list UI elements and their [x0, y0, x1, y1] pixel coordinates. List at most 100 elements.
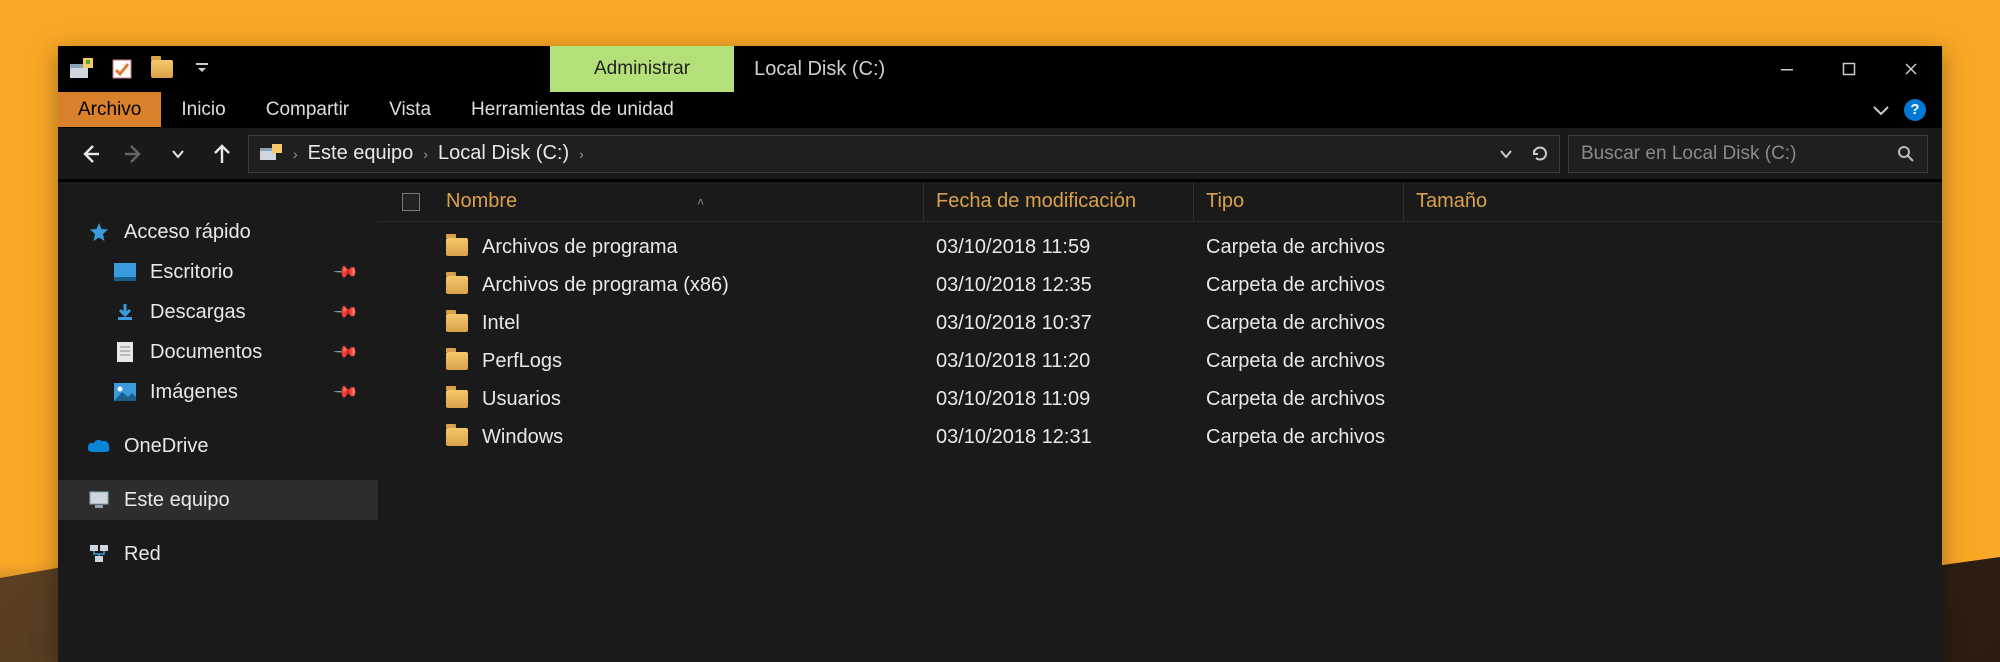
column-label: Tipo: [1206, 190, 1244, 213]
file-row[interactable]: Archivos de programa (x86) 03/10/2018 12:…: [378, 266, 1942, 304]
pin-icon: 📌: [332, 298, 360, 326]
nav-back-button[interactable]: [72, 136, 108, 172]
network-icon: [86, 544, 112, 564]
breadcrumb-sep-icon: ›: [579, 146, 584, 162]
sidebar-item-label: Red: [124, 543, 161, 566]
sidebar-item-label: Documentos: [150, 341, 262, 364]
ribbon-tab-label: Inicio: [181, 99, 225, 121]
folder-icon: [446, 276, 468, 294]
context-tab-label: Administrar: [594, 58, 690, 80]
ribbon-collapse-icon[interactable]: [1872, 104, 1890, 116]
sidebar-item-label: Este equipo: [124, 489, 230, 512]
sidebar-item-downloads[interactable]: Descargas 📌: [58, 292, 378, 332]
sidebar-item-label: Descargas: [150, 301, 246, 324]
file-type: Carpeta de archivos: [1194, 350, 1404, 373]
file-name: Windows: [482, 426, 563, 449]
file-name: Archivos de programa: [482, 236, 678, 259]
file-list-pane: Nombre ˄ Fecha de modificación Tipo Tama…: [378, 182, 1942, 662]
maximize-button[interactable]: [1818, 46, 1880, 92]
sidebar-item-pictures[interactable]: Imágenes 📌: [58, 372, 378, 412]
qat-dropdown-icon[interactable]: [188, 57, 216, 81]
column-headers: Nombre ˄ Fecha de modificación Tipo Tama…: [378, 182, 1942, 222]
file-row[interactable]: Intel 03/10/2018 10:37Carpeta de archivos: [378, 304, 1942, 342]
folder-icon: [446, 238, 468, 256]
file-row[interactable]: Usuarios03/10/2018 11:09Carpeta de archi…: [378, 380, 1942, 418]
nav-forward-button[interactable]: [116, 136, 152, 172]
sort-indicator-icon: ˄: [697, 195, 704, 209]
navigation-bar: › Este equipo › Local Disk (C:) › Buscar…: [58, 128, 1942, 182]
ribbon-tab-label: Compartir: [266, 99, 349, 121]
refresh-icon[interactable]: [1531, 145, 1549, 163]
sidebar-item-label: Escritorio: [150, 261, 233, 284]
nav-up-button[interactable]: [204, 136, 240, 172]
sidebar-item-desktop[interactable]: Escritorio 📌: [58, 252, 378, 292]
file-type: Carpeta de archivos: [1194, 312, 1404, 335]
properties-icon[interactable]: [108, 57, 136, 81]
column-label: Nombre: [446, 190, 517, 213]
file-rows: Archivos de programa03/10/2018 11:59Carp…: [378, 222, 1942, 456]
ribbon-context-tab-manage[interactable]: Administrar: [550, 46, 734, 92]
file-type: Carpeta de archivos: [1194, 274, 1404, 297]
pin-icon: 📌: [332, 338, 360, 366]
sidebar-quick-access[interactable]: Acceso rápido: [58, 212, 378, 252]
file-type: Carpeta de archivos: [1194, 236, 1404, 259]
sidebar-this-pc[interactable]: Este equipo: [58, 480, 378, 520]
column-header-name[interactable]: Nombre ˄: [434, 182, 924, 221]
pin-icon: 📌: [332, 258, 360, 286]
file-date: 03/10/2018 12:35: [924, 274, 1194, 297]
file-name: Archivos de programa (x86): [482, 274, 729, 297]
document-icon: [112, 341, 138, 363]
file-date: 03/10/2018 10:37: [924, 312, 1194, 335]
download-icon: [112, 302, 138, 322]
sidebar-item-label: Imágenes: [150, 381, 238, 404]
breadcrumb-local-disk[interactable]: Local Disk (C:): [438, 142, 569, 165]
help-icon[interactable]: ?: [1904, 99, 1926, 121]
column-header-date[interactable]: Fecha de modificación: [924, 182, 1194, 221]
file-name: Usuarios: [482, 388, 561, 411]
address-bar[interactable]: › Este equipo › Local Disk (C:) ›: [248, 135, 1560, 173]
checkbox-icon: [402, 193, 420, 211]
sidebar-item-documents[interactable]: Documentos 📌: [58, 332, 378, 372]
file-row[interactable]: PerfLogs03/10/2018 11:20Carpeta de archi…: [378, 342, 1942, 380]
nav-history-dropdown[interactable]: [160, 136, 196, 172]
file-row[interactable]: Windows 03/10/2018 12:31Carpeta de archiv…: [378, 418, 1942, 456]
ribbon-tab-file[interactable]: Archivo: [58, 92, 161, 127]
column-header-size[interactable]: Tamaño: [1404, 182, 1584, 221]
folder-icon: [446, 390, 468, 408]
new-folder-icon[interactable]: [148, 57, 176, 81]
ribbon-tab-file-label: Archivo: [78, 99, 141, 121]
pictures-icon: [112, 383, 138, 401]
ribbon-tab-home[interactable]: Inicio: [161, 92, 245, 127]
column-header-type[interactable]: Tipo: [1194, 182, 1404, 221]
breadcrumb-this-pc[interactable]: Este equipo: [308, 142, 414, 165]
system-icon[interactable]: [68, 57, 96, 81]
minimize-button[interactable]: [1756, 46, 1818, 92]
file-type: Carpeta de archivos: [1194, 388, 1404, 411]
folder-icon: [446, 352, 468, 370]
ribbon-tab-drive-tools[interactable]: Herramientas de unidad: [451, 92, 694, 127]
file-type: Carpeta de archivos: [1194, 426, 1404, 449]
address-dropdown-icon[interactable]: [1499, 147, 1513, 161]
pc-icon: [86, 491, 112, 509]
file-date: 03/10/2018 12:31: [924, 426, 1194, 449]
breadcrumb-sep-icon: ›: [423, 146, 428, 162]
sidebar-network[interactable]: Red: [58, 534, 378, 574]
ribbon-tab-share[interactable]: Compartir: [246, 92, 369, 127]
explorer-body: Acceso rápido Escritorio 📌 Descargas 📌: [58, 182, 1942, 662]
folder-icon: [446, 428, 468, 446]
pin-icon: 📌: [332, 378, 360, 406]
desktop-icon: [112, 263, 138, 281]
search-box[interactable]: Buscar en Local Disk (C:): [1568, 135, 1928, 173]
file-date: 03/10/2018 11:20: [924, 350, 1194, 373]
ribbon-tab-view[interactable]: Vista: [369, 92, 451, 127]
search-icon: [1897, 145, 1915, 163]
file-name: Intel: [482, 312, 520, 335]
navigation-pane: Acceso rápido Escritorio 📌 Descargas 📌: [58, 182, 378, 662]
window-title: Local Disk (C:): [734, 46, 885, 92]
ribbon-tab-label: Herramientas de unidad: [471, 99, 674, 121]
title-bar: Administrar Local Disk (C:): [58, 46, 1942, 92]
sidebar-onedrive[interactable]: OneDrive: [58, 426, 378, 466]
close-button[interactable]: [1880, 46, 1942, 92]
column-select-all[interactable]: [388, 182, 434, 221]
file-row[interactable]: Archivos de programa03/10/2018 11:59Carp…: [378, 228, 1942, 266]
